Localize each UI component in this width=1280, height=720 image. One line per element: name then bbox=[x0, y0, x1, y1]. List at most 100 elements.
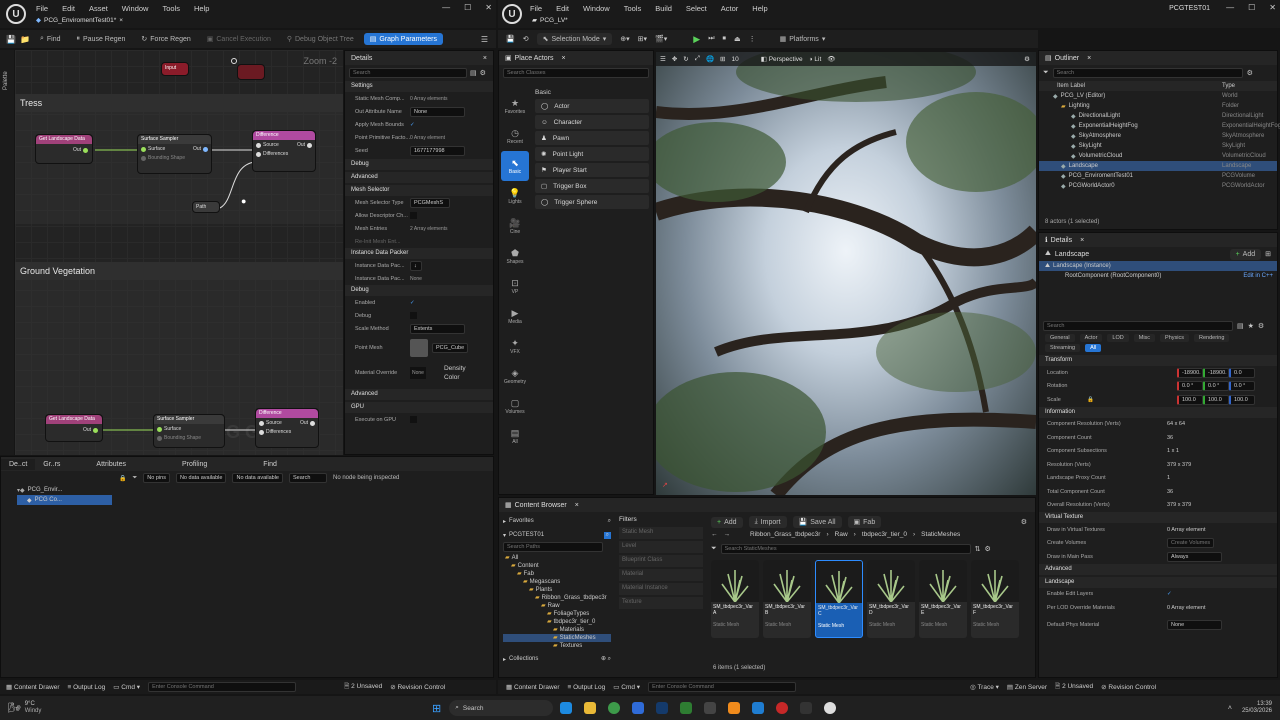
actor-item-character[interactable]: ☺ Character bbox=[535, 115, 649, 129]
taskbar-app-edge-icon[interactable] bbox=[560, 702, 573, 714]
history-icon[interactable]: ⟲ bbox=[523, 35, 529, 43]
crumb-tier[interactable]: tbdpec3r_tier_0 bbox=[862, 531, 907, 538]
location-z-input[interactable]: 0.0 bbox=[1229, 367, 1255, 378]
menu-tools[interactable]: Tools bbox=[162, 4, 180, 13]
close-window-icon-r[interactable]: ✕ bbox=[1269, 3, 1276, 12]
cb-fab-button[interactable]: ▣ Fab bbox=[847, 516, 882, 528]
section-transform[interactable]: Transform bbox=[1039, 355, 1277, 366]
col-item-label[interactable]: Item Label bbox=[1057, 83, 1085, 89]
taskbar-app-project-icon[interactable] bbox=[680, 702, 693, 714]
difference-out-pin-2[interactable] bbox=[310, 420, 315, 426]
sidebar-all[interactable]: ▤ All bbox=[501, 421, 529, 451]
cinematics-icon[interactable]: 🎬▾ bbox=[655, 35, 667, 43]
unsaved-button[interactable]: 🗎 2 Unsaved bbox=[344, 682, 382, 693]
search-paths-input[interactable] bbox=[503, 542, 603, 552]
browse-icon[interactable]: 📁 bbox=[20, 35, 30, 44]
details-search-input[interactable] bbox=[1043, 321, 1233, 331]
favorites-section[interactable]: ▸ Favorites ⌕ bbox=[503, 516, 611, 526]
cb-save-all-button[interactable]: 💾 Save All bbox=[792, 516, 842, 528]
content-drawer-button-r[interactable]: ▦ Content Drawer bbox=[506, 683, 560, 691]
settings-icon[interactable]: ⚙ bbox=[480, 69, 486, 77]
folder-item[interactable]: ▰ FoliageTypes bbox=[503, 610, 611, 618]
out-pin[interactable] bbox=[83, 147, 88, 153]
debug-checkbox[interactable] bbox=[410, 312, 417, 319]
minimize-icon-r[interactable]: — bbox=[1226, 3, 1234, 12]
menu-asset[interactable]: Asset bbox=[89, 4, 108, 13]
graph-editor-tab[interactable]: ◆ PCG_EnviromentTest01* × bbox=[36, 16, 123, 25]
details-settings-icon[interactable]: ⚙ bbox=[1258, 322, 1264, 330]
search-active-icon[interactable]: ⌕ bbox=[603, 531, 611, 539]
content-drawer-button[interactable]: ▦ Content Drawer bbox=[6, 683, 60, 691]
path-node[interactable]: Path bbox=[192, 201, 220, 213]
tab-graph-params[interactable]: Gr..rs bbox=[35, 459, 68, 470]
console-input-r[interactable] bbox=[648, 682, 797, 692]
folder-item[interactable]: ▰ Textures bbox=[503, 642, 611, 650]
clock[interactable]: 13:39 25/03/2026 bbox=[1242, 701, 1272, 715]
surface-pin-2[interactable] bbox=[157, 426, 162, 432]
difference-node-2[interactable]: Difference Source Out Differences bbox=[255, 408, 319, 448]
folder-item[interactable]: ▰ Fab bbox=[503, 570, 611, 578]
folder-item[interactable]: ▰ Raw bbox=[503, 602, 611, 610]
unreal-logo-icon[interactable]: U bbox=[6, 4, 26, 24]
lit-button[interactable]: ◑ Lit bbox=[809, 56, 822, 63]
filter-icon[interactable]: ⏷ bbox=[1043, 69, 1049, 77]
location-y-input[interactable]: -18900. bbox=[1203, 367, 1229, 378]
level-tab[interactable]: ▰ PCG_LV* bbox=[532, 16, 568, 25]
camera-speed[interactable]: 10 bbox=[731, 56, 738, 63]
sidebar-vp[interactable]: ⊡ VP bbox=[501, 271, 529, 301]
actor-item-trigger-box[interactable]: ▢ Trigger Box bbox=[535, 179, 649, 193]
tab-attributes[interactable]: Attributes bbox=[88, 459, 134, 470]
folder-item[interactable]: ▰ tbdpec3r_tier_0 bbox=[503, 618, 611, 626]
snap-icon[interactable]: ⊞ bbox=[720, 55, 725, 63]
asset-tile[interactable]: SM_tbdpec3r_Var C Static Mesh bbox=[815, 560, 863, 638]
star-icon[interactable]: ★ bbox=[1248, 322, 1254, 330]
cb-import-button[interactable]: ⤓ Import bbox=[748, 516, 787, 528]
section-information[interactable]: Information bbox=[1039, 406, 1277, 418]
asset-tile[interactable]: SM_tbdpec3r_Var A Static Mesh bbox=[711, 560, 759, 638]
close-icon[interactable]: × bbox=[562, 55, 566, 62]
revision-control-button[interactable]: ⊘ Revision Control bbox=[390, 683, 445, 691]
taskbar-app-epic-icon[interactable] bbox=[800, 702, 813, 714]
taskbar-app-vscode-icon[interactable] bbox=[752, 702, 765, 714]
difference-node[interactable]: Difference Source Out Differences bbox=[252, 130, 316, 172]
add-collection-icon[interactable]: ⊕ ⌕ bbox=[601, 655, 611, 663]
actor-item-actor[interactable]: ◯ Actor bbox=[535, 99, 649, 113]
back-icon[interactable]: ← bbox=[711, 531, 718, 538]
blueprint-icon[interactable]: ⊞▾ bbox=[638, 35, 647, 43]
level-viewport[interactable]: ☰ ✥ ↻ ⤢ 🌐 ⊞ 10 ◧ Perspective ◑ Lit 👁 ⚙ ↗ bbox=[656, 52, 1036, 495]
sidebar-recent[interactable]: ◷ Recent bbox=[501, 121, 529, 151]
tab-profiling[interactable]: Profiling bbox=[174, 459, 215, 470]
outliner-row[interactable]: ◆ DirectionalLight DirectionalLight bbox=[1039, 111, 1277, 121]
section-debug-2[interactable]: Debug bbox=[345, 285, 493, 296]
root-component-row[interactable]: RootComponent (RootComponent0) Edit in C+… bbox=[1039, 271, 1277, 281]
filter-item[interactable]: Level bbox=[619, 541, 703, 553]
filter-tab-misc[interactable]: Misc bbox=[1133, 334, 1156, 342]
actor-item-trigger-sphere[interactable]: ◯ Trigger Sphere bbox=[535, 195, 649, 209]
no-pins-dropdown[interactable]: No pins bbox=[143, 473, 170, 483]
trace-button[interactable]: ◎ Trace ▾ bbox=[970, 683, 999, 691]
menu-edit-r[interactable]: Edit bbox=[556, 4, 569, 13]
taskbar-app-chrome-icon[interactable] bbox=[608, 702, 621, 714]
point-mesh-dropdown[interactable]: PCG_Cube bbox=[432, 343, 469, 353]
taskbar-app-store-icon[interactable] bbox=[632, 702, 645, 714]
section-mesh-selector[interactable]: Mesh Selector bbox=[345, 185, 493, 196]
cb-view-icon[interactable]: ⚙ bbox=[984, 545, 990, 553]
sidebar-media[interactable]: ▶ Media bbox=[501, 301, 529, 331]
list-view-icon[interactable]: ▤ bbox=[1237, 322, 1244, 330]
section-virtual-texture[interactable]: Virtual Texture bbox=[1039, 512, 1277, 523]
col-type[interactable]: Type bbox=[1222, 83, 1277, 89]
show-icon[interactable]: 👁 bbox=[827, 55, 835, 63]
zen-server-button[interactable]: ▤ Zen Server bbox=[1007, 683, 1047, 691]
input-node[interactable]: Input bbox=[161, 62, 189, 76]
menu-tools-r[interactable]: Tools bbox=[624, 4, 642, 13]
pcg-graph-canvas[interactable]: Zoom -2 PCG Graph Tress Ground Vegetatio… bbox=[15, 50, 343, 455]
save-level-icon[interactable]: 💾 bbox=[506, 35, 515, 43]
source-pin-2[interactable] bbox=[259, 420, 264, 426]
outliner-row[interactable]: ◆ PCG_LV (Editor) World bbox=[1039, 91, 1277, 101]
apply-bounds-checkbox[interactable]: ✓ bbox=[410, 122, 415, 128]
filter-tab-streaming[interactable]: Streaming bbox=[1045, 344, 1081, 352]
get-landscape-data-node[interactable]: Get Landscape Data Out bbox=[35, 134, 93, 164]
scale-lock-icon[interactable]: 🔒 bbox=[1087, 397, 1177, 403]
sidebar-basic[interactable]: ⬉ Basic bbox=[501, 151, 529, 181]
windows-start-icon[interactable]: ⊞ bbox=[432, 702, 441, 715]
